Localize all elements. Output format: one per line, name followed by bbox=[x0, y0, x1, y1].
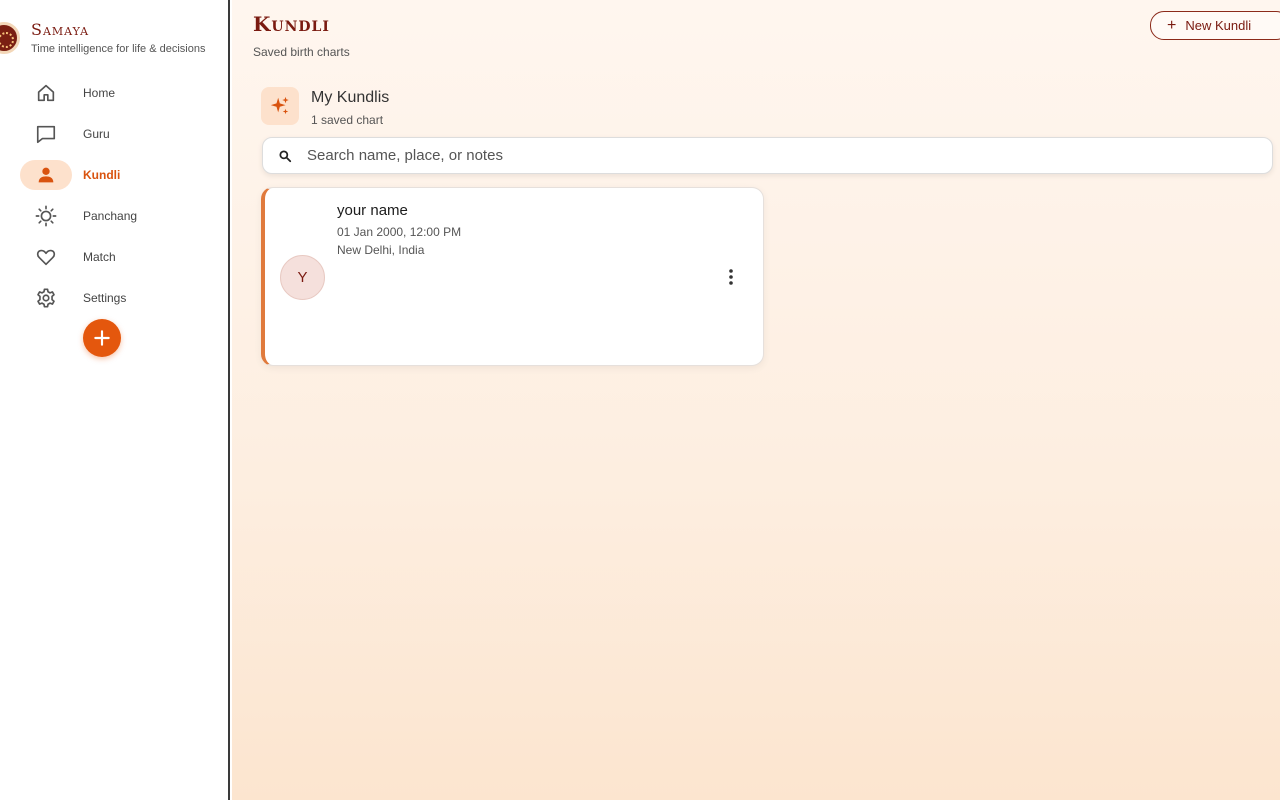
kundli-datetime: 01 Jan 2000, 12:00 PM bbox=[337, 225, 462, 239]
more-options-button[interactable] bbox=[721, 266, 741, 288]
sidebar-item-kundli[interactable]: Kundli bbox=[20, 160, 220, 190]
sidebar-item-label: Home bbox=[83, 86, 116, 100]
sun-icon bbox=[20, 201, 72, 231]
kundli-card[interactable]: Y your name 01 Jan 2000, 12:00 PM New De… bbox=[261, 187, 764, 366]
more-vertical-icon bbox=[729, 269, 733, 285]
new-kundli-label: New Kundli bbox=[1185, 18, 1252, 33]
search-bar bbox=[262, 137, 1273, 174]
sparkles-icon bbox=[261, 87, 299, 125]
search-input[interactable] bbox=[307, 147, 1207, 164]
brand[interactable]: Samaya Time intelligence for life & deci… bbox=[0, 18, 230, 62]
section-title: My Kundlis bbox=[311, 89, 390, 106]
sidebar-item-label: Match bbox=[83, 250, 116, 264]
page-subtitle: Saved birth charts bbox=[253, 45, 350, 59]
plus-icon: + bbox=[1167, 16, 1177, 34]
add-button[interactable] bbox=[83, 319, 121, 357]
page-title: Kundli bbox=[253, 12, 330, 36]
brand-name: Samaya bbox=[31, 20, 90, 39]
kundli-place: New Delhi, India bbox=[337, 243, 425, 257]
person-icon bbox=[20, 160, 72, 190]
heart-icon bbox=[20, 242, 72, 272]
sidebar-item-label: Guru bbox=[83, 127, 110, 141]
sidebar-item-home[interactable]: Home bbox=[20, 78, 220, 108]
gear-icon bbox=[20, 283, 72, 313]
new-kundli-button[interactable]: + New Kundli bbox=[1150, 11, 1280, 40]
saved-count: 1 saved chart bbox=[311, 113, 384, 127]
sidebar-item-panchang[interactable]: Panchang bbox=[20, 201, 220, 231]
chat-icon bbox=[20, 119, 72, 149]
sidebar-item-label: Settings bbox=[83, 291, 127, 305]
sidebar-item-guru[interactable]: Guru bbox=[20, 119, 220, 149]
avatar: Y bbox=[280, 255, 325, 300]
main-content: Kundli Saved birth charts + New Kundli M… bbox=[232, 0, 1280, 800]
sidebar-item-label: Kundli bbox=[83, 168, 121, 182]
sidebar-item-match[interactable]: Match bbox=[20, 242, 220, 272]
home-icon bbox=[20, 78, 72, 108]
sidebar: Samaya Time intelligence for life & deci… bbox=[0, 0, 230, 800]
brand-tagline: Time intelligence for life & decisions bbox=[31, 43, 206, 55]
sidebar-item-settings[interactable]: Settings bbox=[20, 283, 220, 313]
logo bbox=[0, 22, 20, 54]
sidebar-item-label: Panchang bbox=[83, 209, 138, 223]
search-icon bbox=[279, 149, 292, 162]
plus-icon bbox=[94, 330, 110, 346]
kundli-name: your name bbox=[337, 202, 408, 219]
